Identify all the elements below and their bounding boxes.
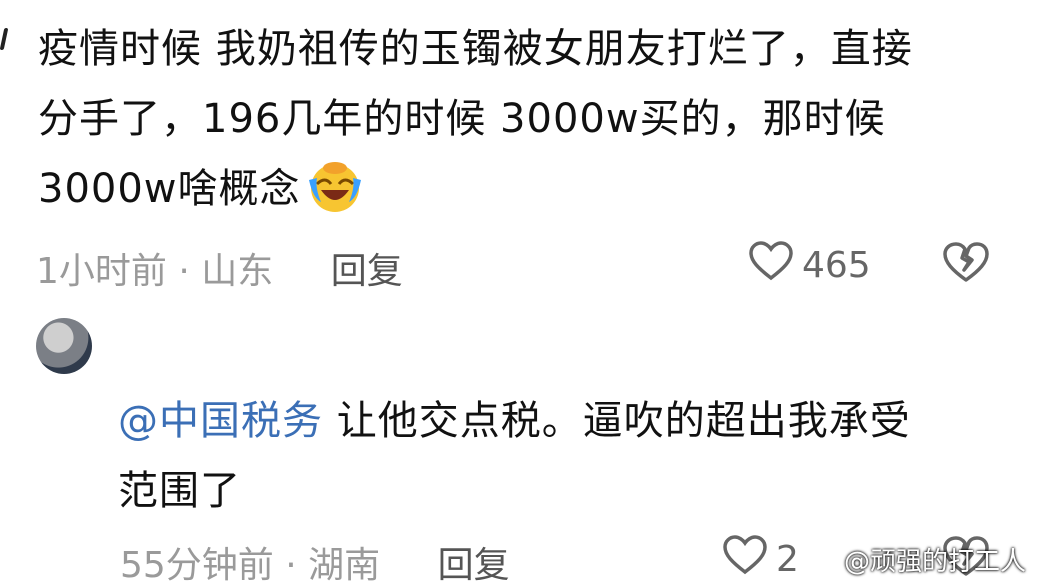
- comment-2-like-button[interactable]: 2: [722, 534, 799, 585]
- laughing-crying-emoji-icon: [307, 158, 363, 214]
- mention-link[interactable]: @中国税务: [118, 398, 323, 444]
- comment-1-line-3-text: 3000w啥概念: [38, 166, 301, 212]
- broken-heart-icon: [942, 242, 990, 288]
- comment-1-like-count: 465: [802, 245, 871, 286]
- avatar[interactable]: [36, 318, 92, 374]
- watermark: @顽强的打工人: [843, 547, 1026, 577]
- comment-2-line-2: 范围了: [118, 468, 241, 514]
- comment-2-like-count: 2: [776, 539, 799, 580]
- comment-2-line-1: @中国税务 让他交点税。逼吹的超出我承受: [118, 386, 998, 456]
- comment-1-reply-button[interactable]: 回复: [331, 251, 403, 292]
- heart-icon: [722, 534, 768, 585]
- comment-1-line-1: 疫情时候 我奶祖传的玉镯被女朋友打烂了，直接: [38, 26, 913, 72]
- comment-1-time-location: 1小时前 · 山东: [36, 251, 274, 292]
- comment-1-dislike-button[interactable]: [942, 240, 990, 288]
- comment-1-line-2: 分手了，196几年的时候 3000w买的，那时候: [38, 96, 886, 142]
- quote-mark: [0, 28, 9, 50]
- comment-1-meta: 1小时前 · 山东 回复: [36, 242, 403, 294]
- comment-2-reply-button[interactable]: 回复: [438, 545, 510, 586]
- comment-2-line-1-rest: 让他交点税。逼吹的超出我承受: [323, 398, 911, 444]
- comment-1-line-3: 3000w啥概念: [38, 154, 1018, 224]
- comment-2-time-location: 55分钟前 · 湖南: [120, 545, 381, 586]
- heart-icon: [748, 240, 794, 291]
- comment-1-text: 疫情时候 我奶祖传的玉镯被女朋友打烂了，直接 分手了，196几年的时候 3000…: [38, 14, 1018, 224]
- comment-2-meta: 55分钟前 · 湖南 回复: [120, 536, 510, 588]
- comment-1-like-button[interactable]: 465: [748, 240, 871, 291]
- comment-2-text: @中国税务 让他交点税。逼吹的超出我承受 范围了: [118, 386, 998, 526]
